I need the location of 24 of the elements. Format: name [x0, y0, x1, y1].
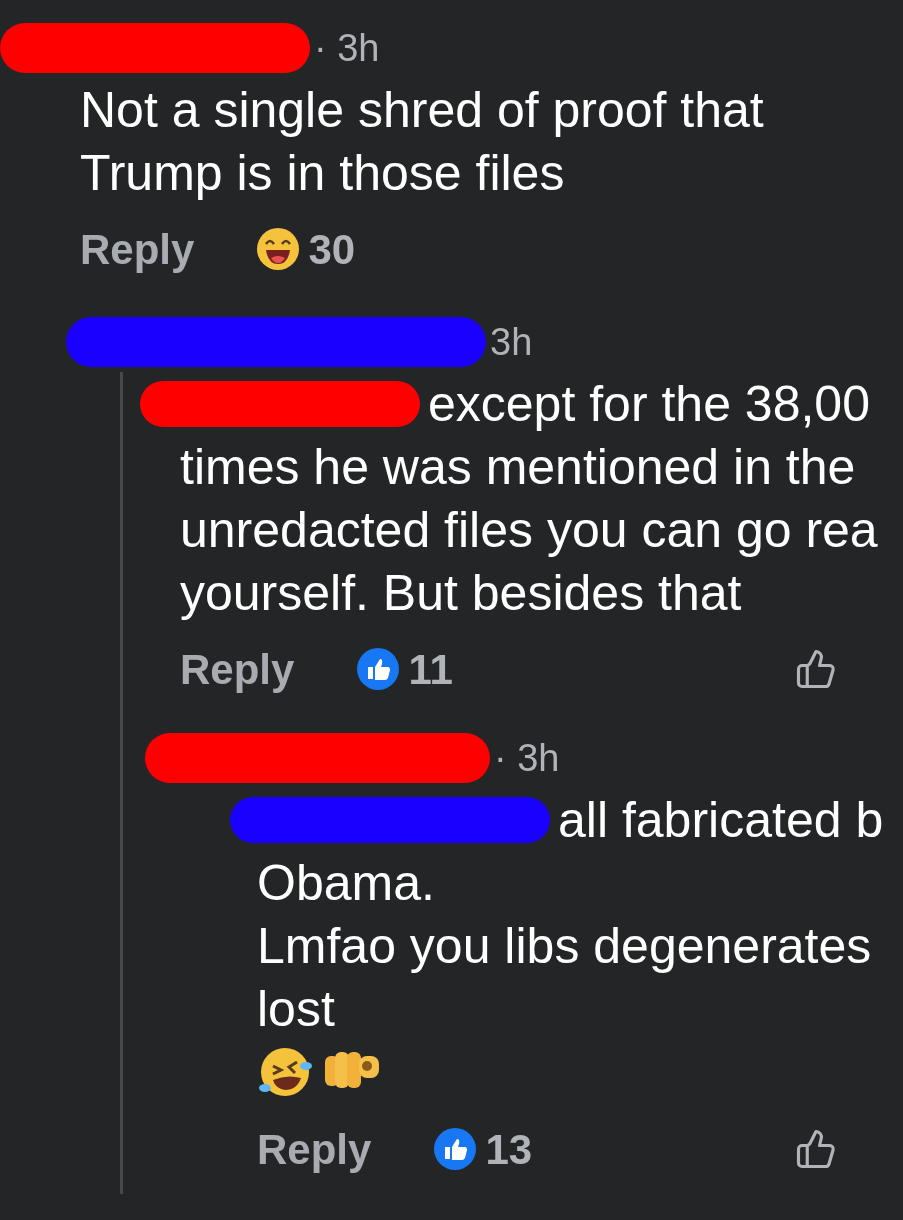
reaction-count: 13	[485, 1124, 533, 1175]
like-button[interactable]	[795, 1128, 837, 1170]
reaction-count: 30	[308, 224, 356, 275]
comment-text: except for the 38,00	[428, 378, 870, 429]
comment-text: Not a single shred of proof that	[80, 84, 764, 135]
comment-time: · 3h	[494, 735, 560, 781]
comment-time: · 3h	[314, 25, 380, 71]
comment-text: lost	[257, 983, 335, 1034]
comment-text: unredacted files you can go rea	[180, 504, 878, 555]
comment-text: yourself. But besides that	[180, 567, 742, 618]
thumbs-up-icon	[356, 647, 401, 691]
reply-link[interactable]: Reply	[180, 637, 295, 701]
comment-text: all fabricated b	[558, 794, 884, 845]
comment-text: Lmfao you libs degenerates	[257, 920, 872, 971]
comment-time: 3h	[490, 319, 533, 365]
like-button[interactable]	[795, 648, 837, 690]
reply-link[interactable]: Reply	[257, 1117, 372, 1181]
comment-text: times he was mentioned in the	[180, 441, 856, 492]
comment-text: Obama.	[257, 857, 435, 908]
comment-text: Trump is in those files	[80, 147, 565, 198]
reply-link[interactable]: Reply	[80, 217, 195, 281]
reaction-count: 11	[408, 644, 453, 695]
laughing-face-icon	[256, 227, 301, 271]
thumbs-up-icon	[433, 1127, 478, 1171]
